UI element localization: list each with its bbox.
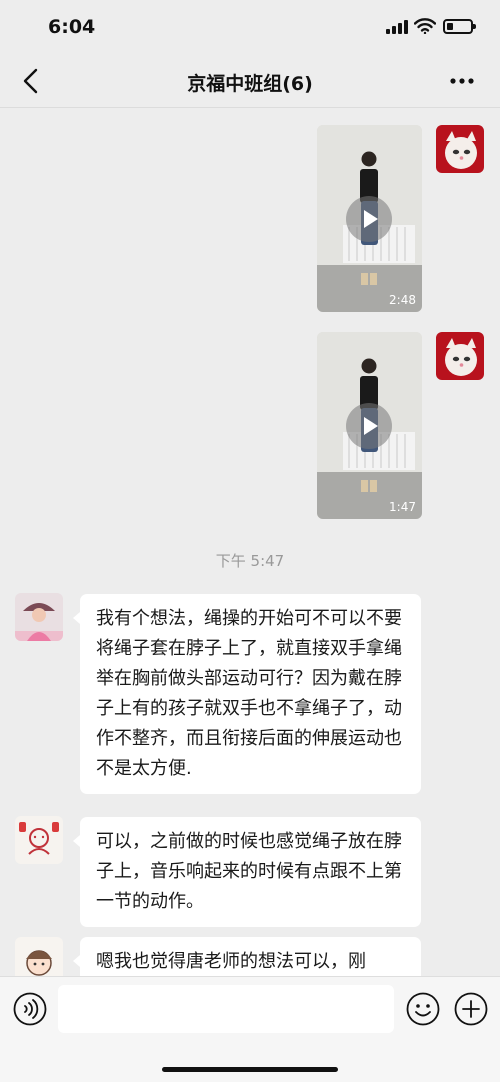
status-bar: 6:04 <box>0 0 500 54</box>
battery-icon <box>443 19 476 34</box>
video-message[interactable]: 1:47 <box>317 332 422 519</box>
home-indicator <box>162 1067 338 1072</box>
video-duration: 2:48 <box>389 293 416 307</box>
input-bar <box>0 976 500 1082</box>
wifi-icon <box>414 18 436 34</box>
message-input[interactable] <box>58 985 394 1033</box>
my-avatar[interactable] <box>436 125 484 173</box>
text-message[interactable]: 可以，之前做的时候也感觉绳子放在脖子上，音乐响起来的时候有点跟不上第一节的动作。 <box>73 817 421 927</box>
chat-header: 京福中班组(6) <box>0 54 500 108</box>
video-message[interactable]: 2:48 <box>317 125 422 312</box>
play-icon[interactable] <box>345 402 393 450</box>
play-icon[interactable] <box>345 195 393 243</box>
more-dots-icon[interactable] <box>446 66 478 96</box>
status-time: 6:04 <box>48 16 96 38</box>
my-avatar[interactable] <box>436 332 484 380</box>
text-message[interactable]: 我有个想法，绳操的开始可不可以不要将绳子套在脖子上了，就直接双手拿绳举在胸前做头… <box>73 594 421 794</box>
member-avatar[interactable] <box>15 816 63 864</box>
voice-icon[interactable] <box>13 992 47 1026</box>
message-timestamp: 下午 5:47 <box>215 552 285 570</box>
add-icon[interactable] <box>454 992 488 1026</box>
member-avatar[interactable] <box>15 593 63 641</box>
video-duration: 1:47 <box>389 500 416 514</box>
emoji-icon[interactable] <box>406 992 440 1026</box>
chat-title: 京福中班组(6) <box>187 73 313 95</box>
signal-icon <box>386 20 408 34</box>
